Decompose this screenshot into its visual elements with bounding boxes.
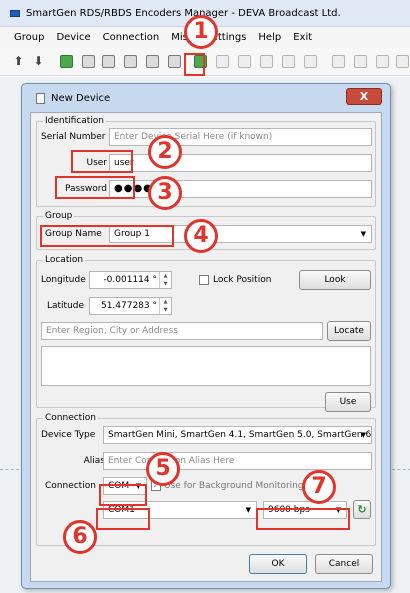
menu-group[interactable]: Group [14,32,44,43]
use-button[interactable]: Use [325,392,371,412]
device-tool-icon[interactable] [304,55,317,68]
annotation-2: 2 [148,135,182,169]
connection-legend: Connection [43,413,98,423]
connection-tool-icon[interactable] [354,55,367,68]
group-legend: Group [43,211,75,221]
highlight-password [55,176,135,199]
device-type-select[interactable]: SmartGen Mini, SmartGen 4.1, SmartGen 5.… [103,426,372,444]
serial-number-input[interactable]: Enter Device Serial Here (if known) [109,128,372,146]
highlight-baud-rate [256,508,350,530]
add-group-icon[interactable] [60,55,73,68]
latitude-value: 51.477283 ° [100,301,157,311]
highlight-com-port [96,508,150,530]
refresh-ports-button[interactable]: ↻ [353,500,371,519]
chevron-down-icon: ▼ [360,431,366,439]
annotation-7: 7 [302,470,336,504]
menu-connection[interactable]: Connection [103,32,160,43]
menu-exit[interactable]: Exit [293,32,312,43]
location-group: Location Longitude -0.001114 ° ▲ ▼ Lock P… [36,255,376,412]
dialog-title-bar: New Device [36,93,110,104]
annotation-6: 6 [63,520,97,554]
device-type-label: Device Type [41,430,96,440]
group-tool-icon[interactable] [102,55,115,68]
identification-legend: Identification [43,116,107,126]
group-tool-icon[interactable] [146,55,159,68]
connection-tool-icon[interactable] [376,55,389,68]
chevron-down-icon: ▼ [245,506,251,514]
device-type-value: SmartGen Mini, SmartGen 4.1, SmartGen 5.… [108,430,372,440]
refresh-icon: ↻ [357,503,367,516]
highlight-group-name [40,225,174,247]
annotation-5: 5 [146,452,180,486]
highlight-user [71,150,133,173]
group-tool-icon[interactable] [82,55,95,68]
group-tool-icon[interactable] [124,55,137,68]
connection-label: Connection [45,481,96,491]
annotation-1: 1 [184,15,218,49]
serial-number-label: Serial Number [41,132,106,142]
longitude-label: Longitude [41,275,86,285]
highlight-connection-type [99,484,147,506]
move-down-icon[interactable]: ⬇ [32,55,45,68]
location-legend: Location [43,255,86,265]
ok-button[interactable]: OK [249,554,307,574]
menu-device[interactable]: Device [56,32,90,43]
device-tool-icon[interactable] [282,55,295,68]
background-monitoring-label: Use for Background Monitoring [164,481,304,491]
cancel-button[interactable]: Cancel [315,554,373,574]
highlight-add-device [184,53,205,76]
close-button[interactable]: X [346,88,382,105]
device-tool-icon[interactable] [238,55,251,68]
locate-button[interactable]: Locate [327,321,371,341]
dialog-title: New Device [51,93,111,104]
lock-position-label: Lock Position [213,275,272,285]
longitude-spinner[interactable]: ▲ ▼ [159,272,171,288]
chevron-down-icon: ▼ [360,230,366,238]
document-icon [36,93,45,104]
latitude-label: Latitude [47,301,85,311]
group-tool-icon[interactable] [168,55,181,68]
address-input[interactable]: Enter Region, City or Address [41,322,323,340]
alias-label: Alias [83,456,105,466]
move-up-icon[interactable]: ⬆ [12,55,25,68]
connection-tool-icon[interactable] [332,55,345,68]
alias-input[interactable]: Enter Connection Alias Here [103,452,372,470]
location-results-box[interactable] [41,346,371,386]
device-tool-icon[interactable] [260,55,273,68]
toolbar: ⬆ ⬇ [0,48,410,76]
annotation-4: 4 [184,219,218,253]
device-tool-icon[interactable] [216,55,229,68]
look-button[interactable]: Look [299,270,371,290]
app-icon [10,9,20,17]
connection-tool-icon[interactable] [396,55,409,68]
app-title: SmartGen RDS/RBDS Encoders Manager - DEV… [26,7,341,19]
longitude-value: -0.001114 ° [103,275,157,285]
annotation-3: 3 [148,176,182,210]
divider [392,469,410,470]
latitude-spinner[interactable]: ▲ ▼ [159,298,171,314]
lock-position-checkbox[interactable] [199,275,209,285]
latitude-input[interactable]: 51.477283 ° ▲ ▼ [89,297,172,315]
longitude-input[interactable]: -0.001114 ° ▲ ▼ [89,271,172,289]
menu-help[interactable]: Help [258,32,281,43]
